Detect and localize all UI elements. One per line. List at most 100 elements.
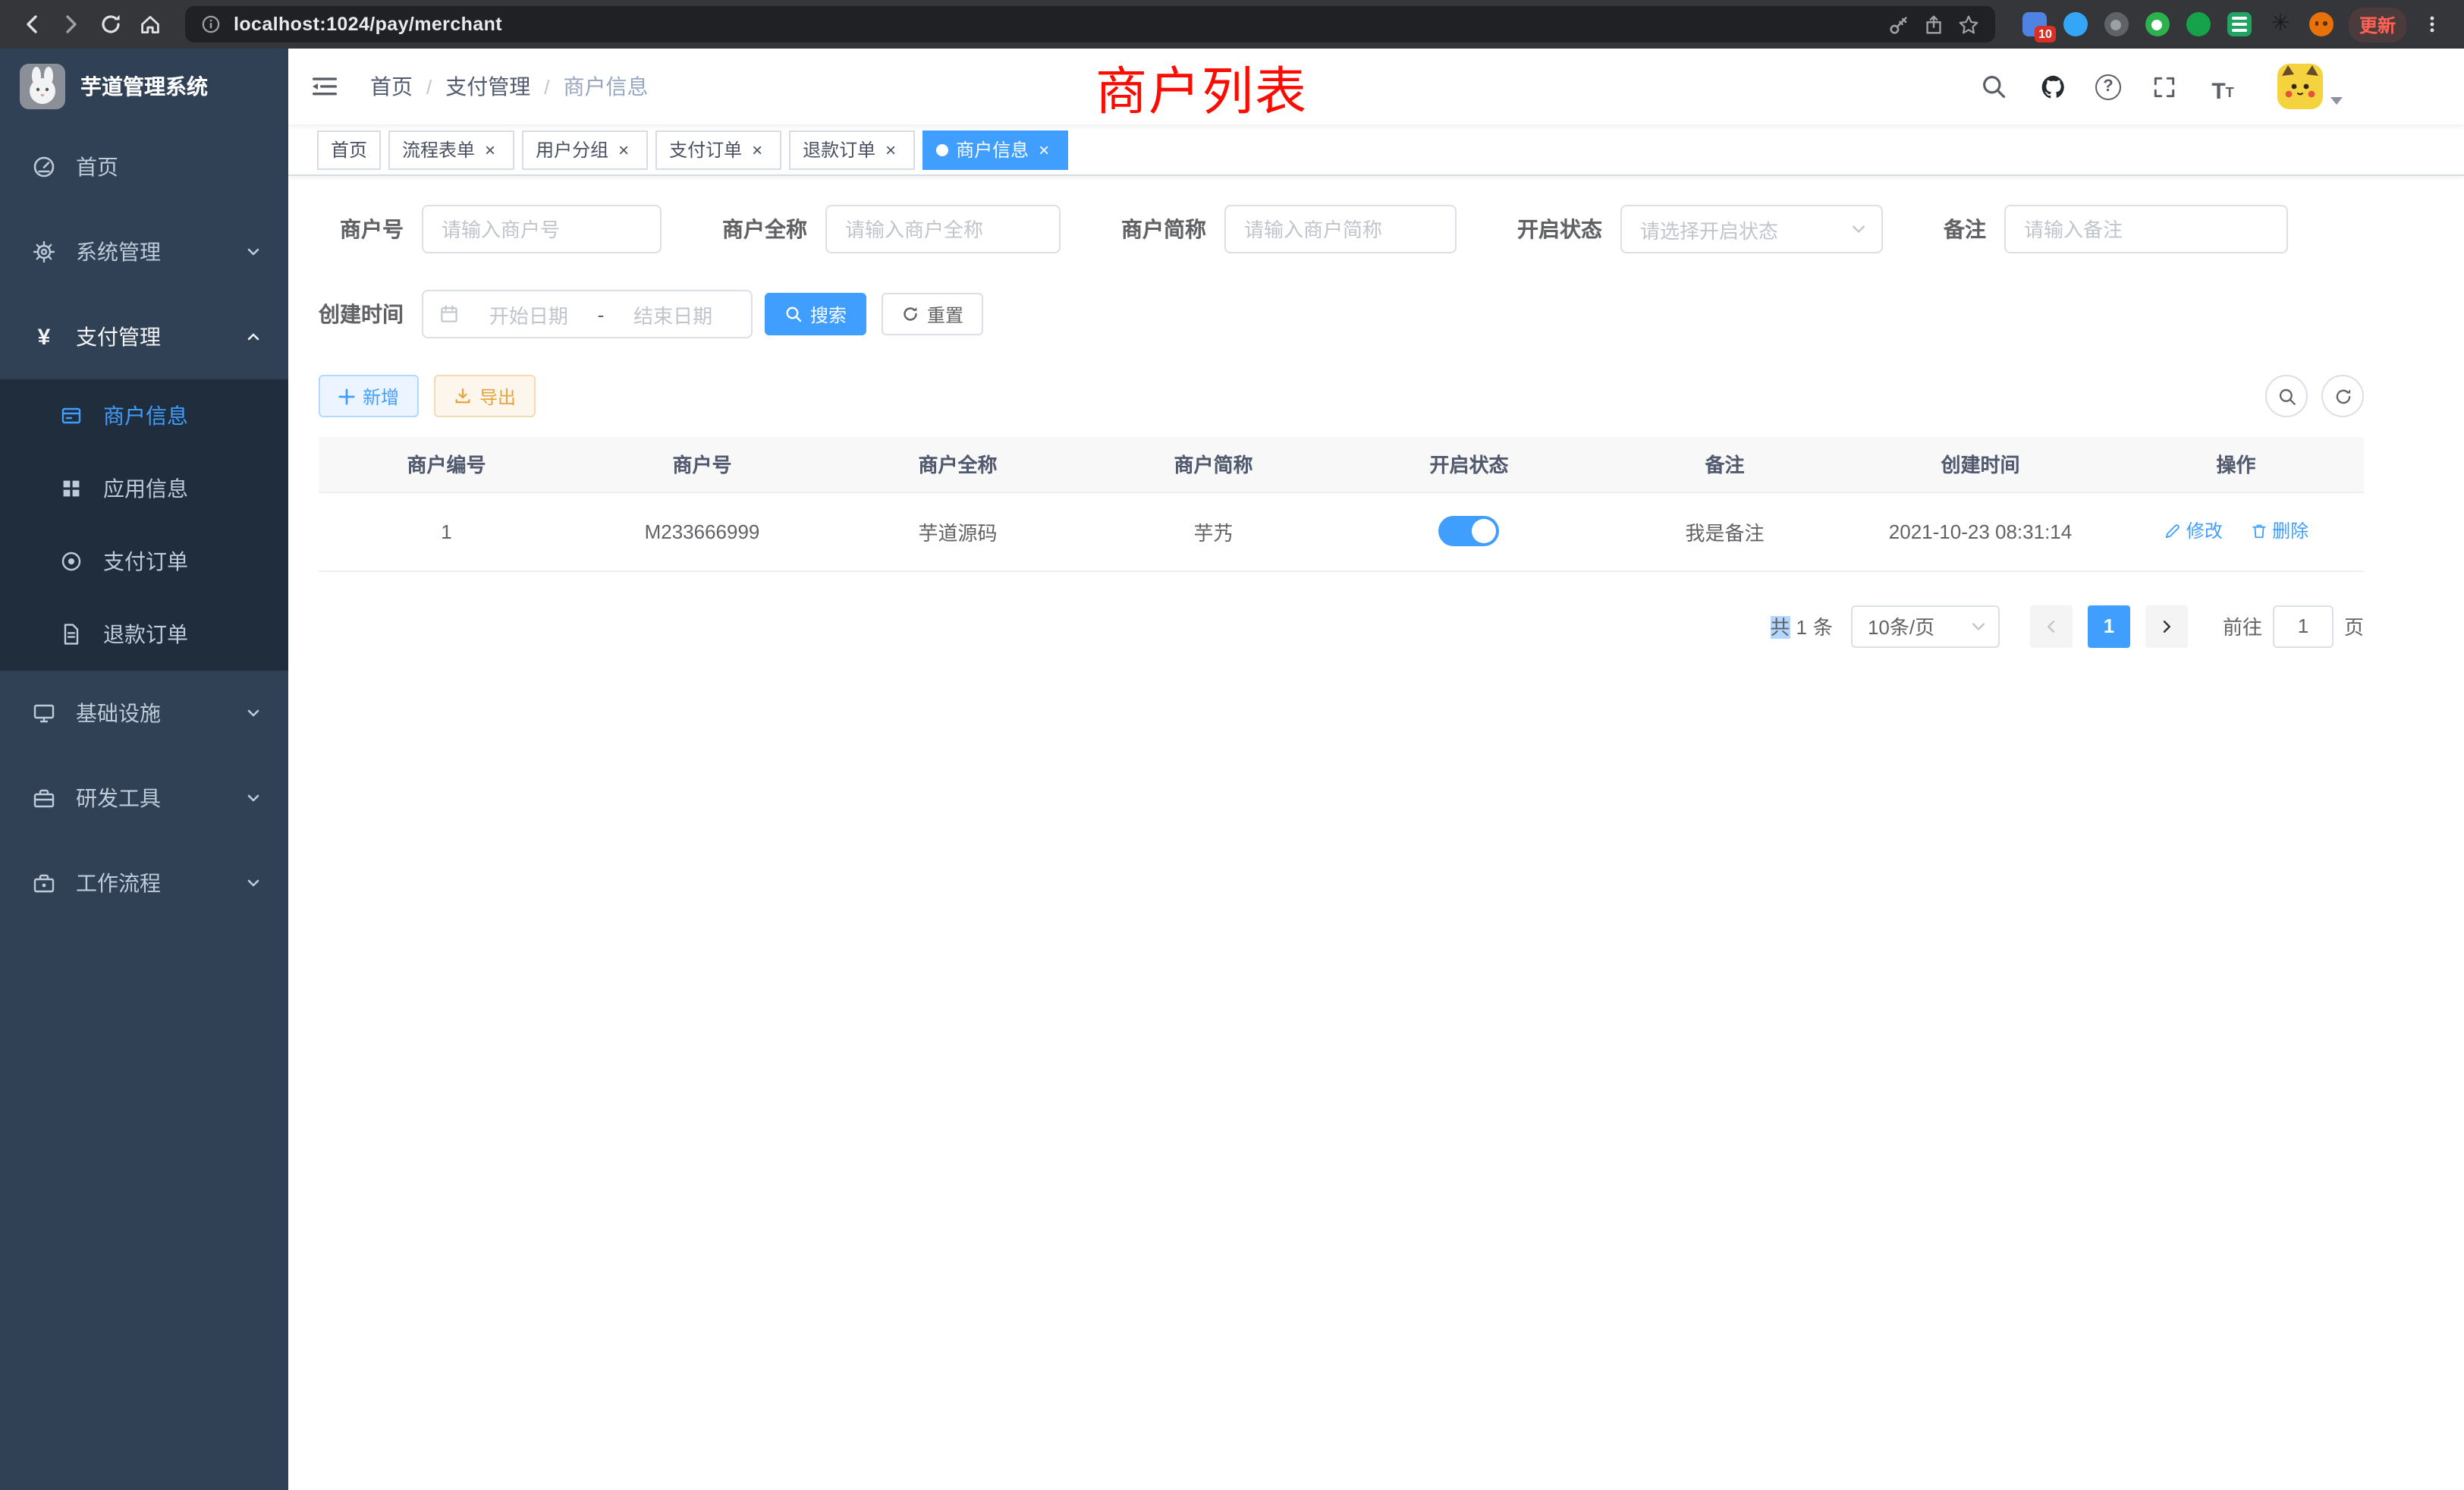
extension-icon[interactable]: 10 [2022, 12, 2047, 36]
extension-icon[interactable] [2104, 12, 2129, 36]
page-number-button[interactable]: 1 [2088, 605, 2130, 647]
sidebar-item-home[interactable]: 首页 [0, 124, 288, 209]
table-row: 1 M233666999 芋道源码 芋艿 我是备注 2021-10-23 08:… [319, 492, 2364, 571]
close-icon[interactable]: × [746, 139, 768, 160]
filter-row: 商户号 商户全称 商户简称 开启状态 请选择开启状态 [319, 205, 2364, 253]
info-icon[interactable] [200, 14, 222, 35]
share-icon[interactable] [1922, 13, 1945, 36]
merchant-card-icon [59, 404, 83, 428]
extension-icon[interactable] [2227, 12, 2252, 36]
user-avatar[interactable] [2277, 64, 2343, 109]
sidebar-logo[interactable]: 芋道管理系统 [0, 49, 288, 124]
extension-icon[interactable] [2063, 12, 2088, 36]
sidebar-item-payment[interactable]: ¥ 支付管理 [0, 294, 288, 379]
refresh-icon [901, 305, 919, 323]
filter-status: 开启状态 请选择开启状态 [1517, 205, 1883, 253]
date-end-placeholder: 结束日期 [610, 300, 736, 328]
fullscreen-icon[interactable] [2147, 70, 2180, 103]
prev-page-button[interactable] [2030, 605, 2073, 647]
pencil-icon [2164, 522, 2182, 540]
column-header: 商户全称 [830, 437, 1086, 492]
close-icon[interactable]: × [479, 139, 501, 160]
home-icon[interactable] [130, 5, 170, 44]
short-name-input[interactable] [1224, 205, 1457, 253]
tab-merchant-info[interactable]: 商户信息× [922, 130, 1068, 169]
sidebar-item-refund-order[interactable]: 退款订单 [0, 598, 288, 671]
browser-update-button[interactable]: 更新 [2349, 7, 2406, 42]
sidebar-item-pay-order[interactable]: 支付订单 [0, 525, 288, 598]
column-header: 商户简称 [1086, 437, 1341, 492]
back-icon[interactable] [12, 5, 52, 44]
filter-merchant-no: 商户号 [319, 205, 662, 253]
screen: localhost:1024/pay/merchant 10 ✳ [0, 0, 2464, 1490]
reset-button[interactable]: 重置 [882, 293, 983, 335]
delete-link[interactable]: 删除 [2249, 518, 2308, 544]
merchant-no-input[interactable] [422, 205, 662, 253]
full-name-input[interactable] [825, 205, 1061, 253]
next-page-button[interactable] [2145, 605, 2188, 647]
sidebar: 芋道管理系统 首页 系统管理 [0, 49, 288, 1490]
sidebar-item-devtools[interactable]: 研发工具 [0, 756, 288, 841]
status-select[interactable]: 请选择开启状态 [1620, 205, 1883, 253]
extension-icon[interactable] [2186, 12, 2211, 36]
github-icon[interactable] [2036, 70, 2070, 103]
close-icon[interactable]: × [880, 139, 901, 160]
breadcrumb-payment[interactable]: 支付管理 [445, 71, 530, 102]
record-circle-icon [59, 549, 83, 574]
chevron-down-icon [1850, 220, 1868, 238]
breadcrumb-separator: / [426, 75, 432, 98]
close-icon[interactable]: × [1033, 139, 1054, 160]
extension-icon[interactable] [2145, 12, 2170, 36]
sidebar-item-app-info[interactable]: 应用信息 [0, 452, 288, 525]
date-range-picker[interactable]: 开始日期 - 结束日期 [422, 290, 753, 338]
sidebar-item-merchant-info[interactable]: 商户信息 [0, 379, 288, 452]
breadcrumb-separator: / [544, 75, 549, 98]
tab-pay-order[interactable]: 支付订单× [655, 130, 781, 169]
close-icon[interactable]: × [613, 139, 634, 160]
app-header: 首页 / 支付管理 / 商户信息 ? [288, 49, 2464, 124]
hamburger-icon[interactable] [288, 49, 361, 124]
status-toggle[interactable] [1439, 516, 1500, 546]
refresh-table-button[interactable] [2321, 375, 2364, 417]
merchant-no-label: 商户号 [319, 214, 422, 244]
header-actions: ? TT [1977, 64, 2343, 109]
cell-actions: 修改 删除 [2108, 492, 2364, 571]
bookmark-star-icon[interactable] [1957, 13, 1980, 36]
search-icon[interactable] [1977, 70, 2010, 103]
tab-home[interactable]: 首页 [317, 130, 381, 169]
full-name-label: 商户全称 [722, 214, 825, 244]
tab-process-form[interactable]: 流程表单× [388, 130, 514, 169]
gear-icon [32, 240, 56, 264]
yen-icon: ¥ [32, 325, 56, 349]
browser-profile-avatar[interactable] [2309, 12, 2334, 36]
search-button[interactable]: 搜索 [765, 293, 866, 335]
help-icon[interactable]: ? [2095, 74, 2121, 99]
toolbox-icon [32, 786, 56, 810]
tab-user-group[interactable]: 用户分组× [522, 130, 648, 169]
status-label: 开启状态 [1517, 214, 1620, 244]
reload-icon[interactable] [91, 5, 130, 44]
app-title: 芋道管理系统 [80, 71, 208, 102]
forward-icon[interactable] [52, 5, 91, 44]
goto-page-input[interactable] [2273, 605, 2334, 647]
sidebar-item-system[interactable]: 系统管理 [0, 209, 288, 294]
url-bar[interactable]: localhost:1024/pay/merchant [185, 6, 1995, 42]
remark-input[interactable] [2004, 205, 2288, 253]
edit-link[interactable]: 修改 [2164, 518, 2223, 544]
app-root: 芋道管理系统 首页 系统管理 [0, 49, 2464, 1490]
tab-refund-order[interactable]: 退款订单× [789, 130, 915, 169]
briefcase-icon [32, 871, 56, 895]
password-key-icon[interactable] [1887, 13, 1910, 36]
page-size-select[interactable]: 10条/页 [1851, 605, 2000, 647]
sidebar-item-infrastructure[interactable]: 基础设施 [0, 671, 288, 756]
add-button[interactable]: 新增 [319, 375, 419, 417]
breadcrumb-home[interactable]: 首页 [370, 71, 413, 102]
search-icon [784, 305, 803, 323]
browser-menu-icon[interactable] [2412, 5, 2452, 44]
export-button[interactable]: 导出 [434, 375, 536, 417]
font-size-icon[interactable]: TT [2206, 70, 2239, 103]
sidebar-item-workflow[interactable]: 工作流程 [0, 841, 288, 926]
toggle-search-button[interactable] [2265, 375, 2308, 417]
extension-icon[interactable]: ✳ [2268, 12, 2293, 36]
main-area: 首页 / 支付管理 / 商户信息 ? [288, 49, 2464, 1490]
